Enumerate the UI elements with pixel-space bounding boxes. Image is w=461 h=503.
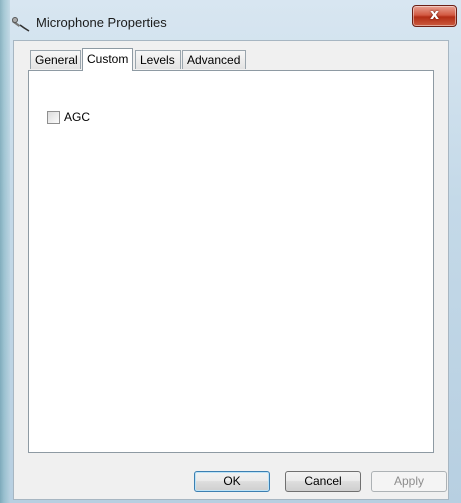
apply-button[interactable]: Apply xyxy=(371,471,447,492)
dialog-client-area: General Custom Levels Advanced AGC OK Ca… xyxy=(13,40,449,500)
close-icon: x xyxy=(429,7,440,23)
tab-levels[interactable]: Levels xyxy=(135,50,181,69)
window-title: Microphone Properties xyxy=(36,15,167,30)
cancel-button[interactable]: Cancel xyxy=(285,471,361,492)
ok-button[interactable]: OK xyxy=(194,471,270,492)
tab-panel-custom: AGC xyxy=(28,70,434,453)
agc-label[interactable]: AGC xyxy=(64,110,90,124)
tab-general[interactable]: General xyxy=(30,50,81,69)
tab-custom[interactable]: Custom xyxy=(82,48,133,71)
tab-advanced[interactable]: Advanced xyxy=(182,50,246,69)
title-bar[interactable]: Microphone Properties x xyxy=(0,0,461,40)
close-button[interactable]: x xyxy=(412,5,457,27)
microphone-icon xyxy=(11,13,31,33)
window-frame: Microphone Properties x General Custom L… xyxy=(0,0,461,503)
agc-checkbox[interactable] xyxy=(47,111,60,124)
